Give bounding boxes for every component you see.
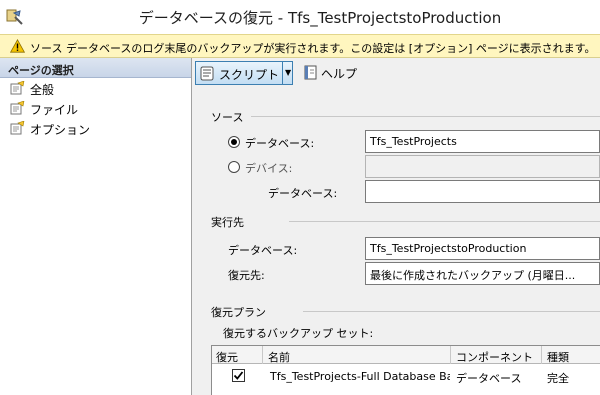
column-header-name[interactable]: 名前 (264, 346, 449, 365)
nav-item-general[interactable]: 全般 (0, 78, 191, 98)
window-title: データベースの復元 - Tfs_TestProjectstoProduction (138, 9, 502, 27)
source-device-radio[interactable] (228, 161, 240, 173)
backup-sets-label: 復元するバックアップ セット: (223, 327, 374, 340)
script-button-label: スクリプト (219, 68, 280, 82)
backup-type-cell: 完全 (547, 372, 569, 385)
column-header-restore[interactable]: 復元 (212, 346, 262, 365)
source-divider (251, 116, 600, 117)
column-divider (450, 346, 451, 364)
column-header-type[interactable]: 種類 (543, 346, 600, 365)
restore-to-label: 復元先: (228, 269, 265, 282)
device-database-label: データベース: (268, 187, 338, 200)
page-selection-header: ページの選択 (0, 58, 191, 78)
source-device-field (365, 155, 600, 178)
dropdown-arrow-icon[interactable]: ▼ (285, 68, 291, 77)
backup-component-cell: データベース (456, 372, 522, 385)
restore-to-field[interactable]: 最後に作成されたバックアップ (月曜日... (365, 262, 600, 285)
source-database-field[interactable]: Tfs_TestProjects (365, 130, 600, 153)
warning-text: ソース データベースのログ末尾のバックアップが実行されます。この設定は [オプシ… (30, 42, 596, 55)
split-divider (282, 62, 283, 84)
destination-database-label: データベース: (228, 244, 298, 257)
warning-banner: ソース データベースのログ末尾のバックアップが実行されます。この設定は [オプシ… (0, 34, 600, 58)
restore-plan-section-label: 復元プラン (211, 306, 266, 319)
nav-item-label: 全般 (30, 83, 55, 97)
column-header-component[interactable]: コンポーネント (452, 346, 540, 365)
source-section-label: ソース (211, 111, 244, 124)
page-icon (10, 120, 26, 138)
column-divider (262, 346, 263, 364)
source-database-label: データベース: (245, 137, 315, 150)
help-button-label: ヘルプ (321, 67, 358, 81)
page-selection-pane: ページの選択 全般 ファイル オプション (0, 58, 192, 395)
page-icon (10, 80, 26, 98)
nav-item-files[interactable]: ファイル (0, 98, 191, 118)
destination-database-field[interactable]: Tfs_TestProjectstoProduction (365, 237, 600, 260)
warning-icon (9, 38, 26, 56)
table-row[interactable]: Tfs_TestProjects-Full Database Ba... データ… (212, 365, 600, 387)
script-icon (199, 65, 215, 84)
column-divider (541, 346, 542, 364)
check-icon (233, 371, 244, 380)
restore-checkbox[interactable] (232, 369, 245, 382)
device-database-dropdown[interactable] (365, 180, 600, 203)
nav-item-options[interactable]: オプション (0, 118, 191, 138)
nav-item-label: オプション (30, 123, 91, 137)
script-button[interactable]: スクリプト ▼ (195, 61, 293, 85)
source-device-label: デバイス: (245, 162, 293, 175)
general-page: ソース データベース: Tfs_TestProjects デバイス: データベー… (193, 88, 600, 395)
restore-plan-divider (303, 311, 600, 312)
help-book-icon (303, 64, 319, 83)
title-bar: データベースの復元 - Tfs_TestProjectstoProduction (0, 0, 600, 34)
nav-item-label: ファイル (30, 103, 79, 117)
destination-section-label: 実行先 (211, 216, 244, 229)
grid-header: 復元 名前 コンポーネント 種類 (212, 346, 600, 364)
toolbar: スクリプト ▼ ヘルプ (193, 58, 600, 88)
source-database-radio[interactable] (228, 136, 240, 148)
page-icon (10, 100, 26, 118)
backup-name-cell: Tfs_TestProjects-Full Database Ba... (270, 370, 450, 383)
backup-sets-grid: 復元 名前 コンポーネント 種類 Tfs_TestProjects-Full D… (211, 345, 600, 395)
destination-divider (289, 221, 600, 222)
